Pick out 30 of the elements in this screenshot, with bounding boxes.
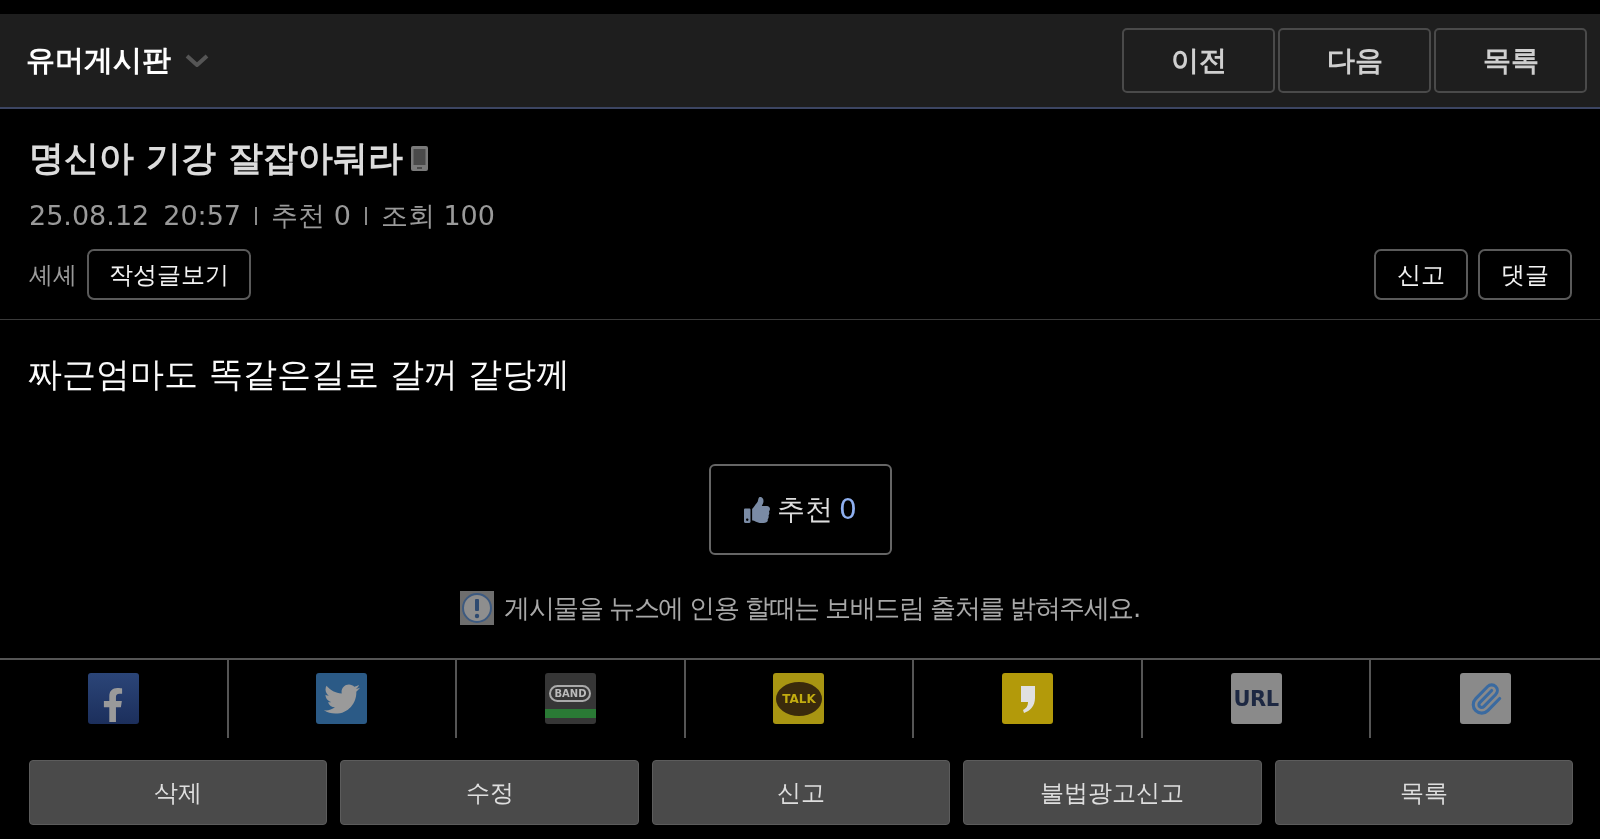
post-action-button[interactable]: 댓글 [1478,249,1572,300]
bird-icon [316,673,368,724]
comma-icon [1002,673,1054,724]
notice-text: 게시물을 뉴스에 인용 할때는 보배드림 출처를 밝혀주세요. [504,592,1140,625]
bottom-action-button[interactable]: 수정 [340,760,639,825]
author-posts-button[interactable]: 작성글보기 [87,249,251,300]
bottom-action-button[interactable]: 불법광고신고 [963,760,1262,825]
url-icon: URL [1230,673,1282,724]
board-title: 유머게시판 [26,41,171,79]
author-name: 셰셰 [29,259,77,291]
post-time: 20:57 [163,199,242,233]
exclamation-icon [460,591,495,625]
talk-logo: TALK [773,673,825,724]
post-body-text: 짜근엄마도 똑같은길로 갈꺼 같당께 [27,353,572,396]
bottom-action-button[interactable]: 신고 [651,760,951,825]
f-logo-icon [87,673,139,724]
recommend-count: 추천 0 [271,199,351,233]
nav-button[interactable]: 목록 [1434,28,1587,93]
recommend-button[interactable]: 추천 0 [708,464,892,555]
bottom-action-button[interactable]: 목록 [1274,760,1573,825]
paperclip-icon [1460,673,1512,724]
band-logo: BAND [544,673,596,724]
post-title: 명신아 기강 잘잡아둬라 [29,137,404,180]
thumbs-up-icon [743,496,772,523]
nav-button[interactable]: 이전 [1122,28,1275,93]
nav-button[interactable]: 다음 [1278,28,1431,93]
view-count: 조회 100 [380,199,495,233]
bottom-action-button[interactable]: 삭제 [29,760,328,825]
post-date: 25.08.12 [29,199,150,233]
post-action-button[interactable]: 신고 [1374,249,1468,300]
